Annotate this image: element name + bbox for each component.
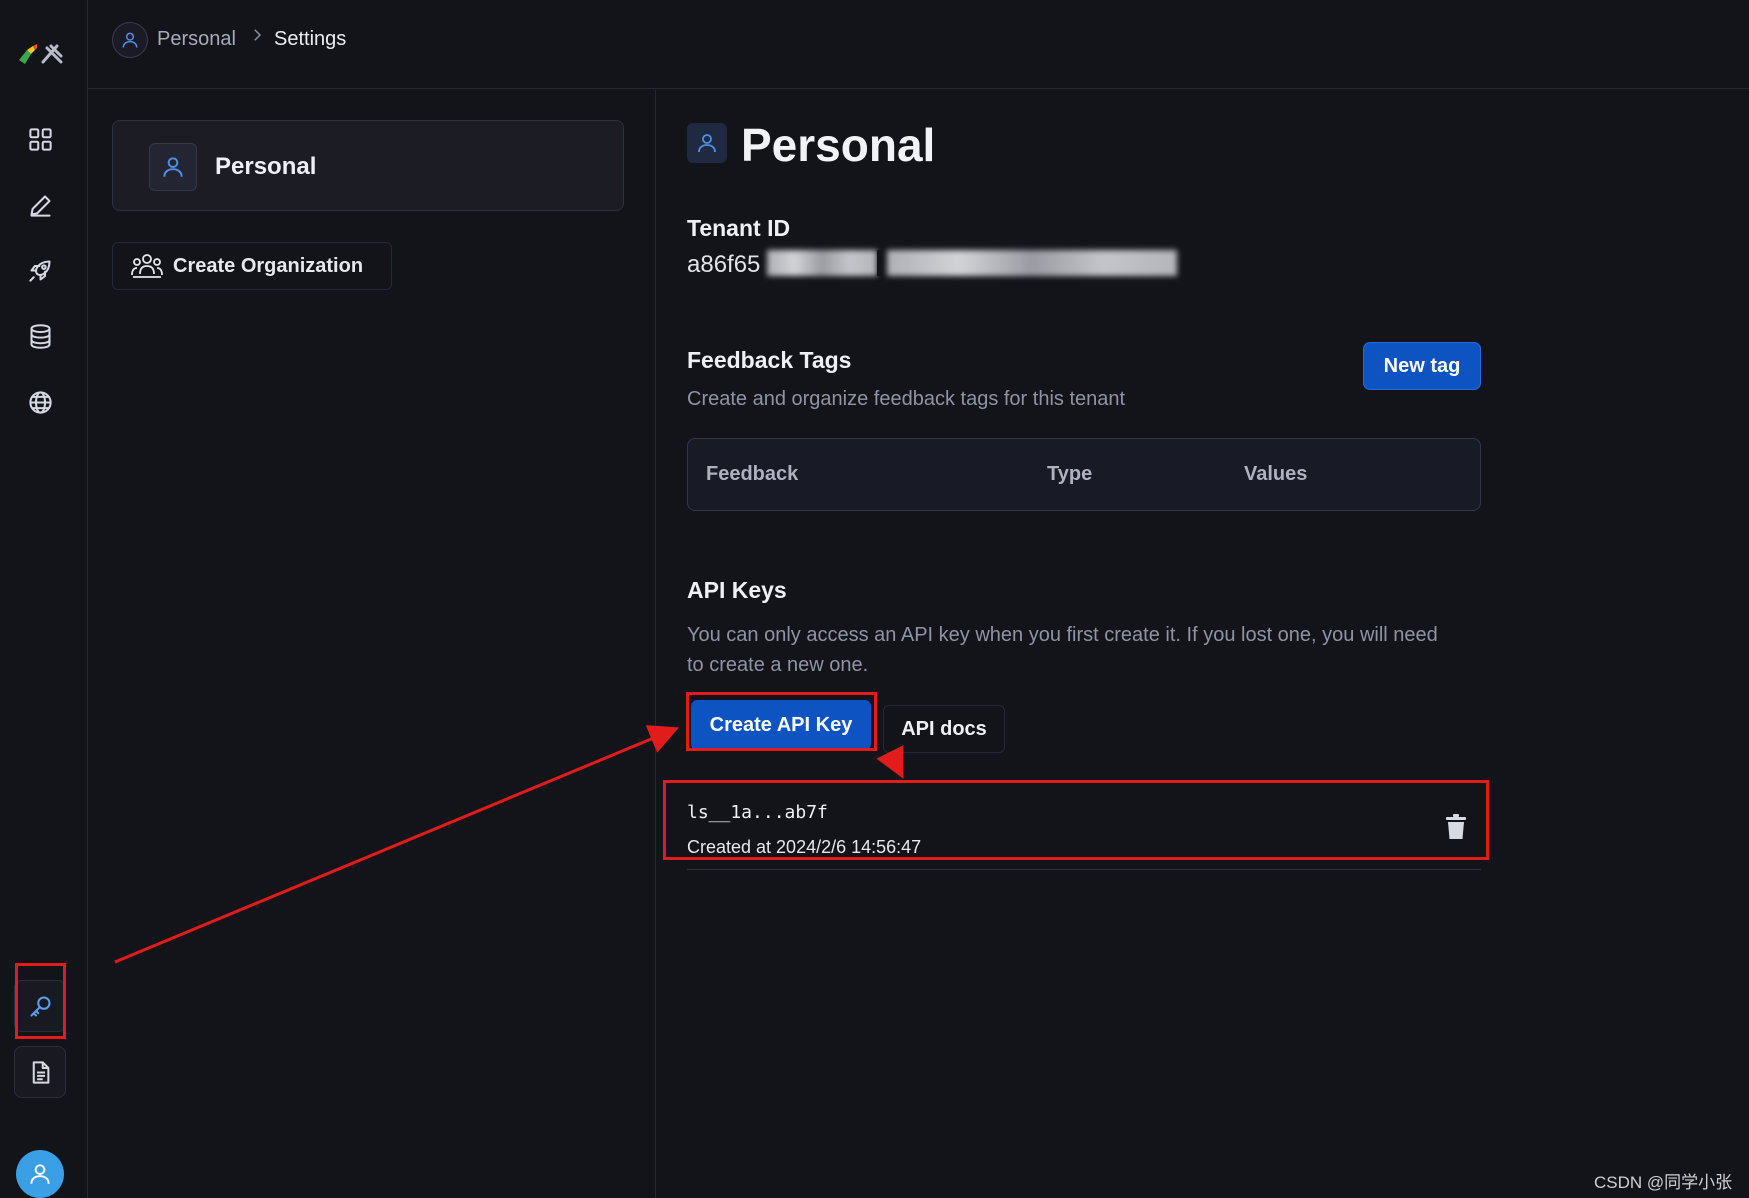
redacted-blur: [887, 250, 1177, 276]
globe-icon[interactable]: [20, 382, 60, 422]
topbar: Personal Settings: [88, 0, 1749, 89]
database-icon[interactable]: [20, 316, 60, 356]
user-icon: [122, 32, 138, 48]
breadcrumb-settings: Settings: [274, 28, 347, 50]
chevron-right-icon: [248, 26, 266, 50]
feedback-tags-title: Feedback Tags: [687, 347, 852, 373]
page-title: Personal: [741, 119, 936, 171]
create-organization-button[interactable]: Create Organization: [112, 242, 392, 290]
column-header-feedback[interactable]: Feedback: [706, 463, 798, 486]
create-organization-label: Create Organization: [173, 254, 364, 277]
logo-icon[interactable]: [17, 38, 67, 68]
user-icon: [30, 1164, 50, 1184]
pencil-icon[interactable]: [20, 185, 60, 225]
user-icon: [687, 123, 727, 163]
tenant-card-label: Personal: [215, 153, 317, 180]
api-keys-title: API Keys: [687, 577, 787, 603]
annotation-box-api-key-row: [663, 780, 1489, 860]
redacted-gap: [877, 250, 885, 276]
api-docs-button[interactable]: API docs: [883, 705, 1005, 753]
users-icon: [131, 254, 163, 278]
feedback-tags-description: Create and organize feedback tags for th…: [687, 388, 1126, 410]
user-icon: [149, 143, 197, 191]
tenant-id-label: Tenant ID: [687, 215, 791, 241]
watermark: CSDN @同学小张: [1594, 1173, 1733, 1192]
tenant-card-personal[interactable]: Personal: [112, 120, 624, 211]
annotation-box-create-api-key: [686, 692, 877, 751]
api-keys-description: You can only access an API key when you …: [687, 624, 1438, 676]
grid-icon[interactable]: [20, 119, 60, 159]
tenant-panel: Personal Create Organization: [88, 90, 656, 1198]
breadcrumb-personal[interactable]: Personal: [157, 28, 236, 51]
document-icon[interactable]: [14, 1046, 66, 1098]
new-tag-button[interactable]: New tag: [1363, 342, 1481, 390]
column-header-values[interactable]: Values: [1244, 463, 1307, 486]
feedback-tags-table: Feedback Type Values: [687, 438, 1481, 511]
breadcrumb-avatar[interactable]: [112, 22, 148, 58]
annotation-box-key: [15, 963, 66, 1039]
user-avatar[interactable]: [16, 1150, 64, 1198]
redacted-blur: [767, 250, 877, 276]
column-header-type[interactable]: Type: [1047, 463, 1092, 486]
tenant-id-value: a86f65: [687, 251, 761, 278]
rocket-icon[interactable]: [20, 250, 60, 290]
